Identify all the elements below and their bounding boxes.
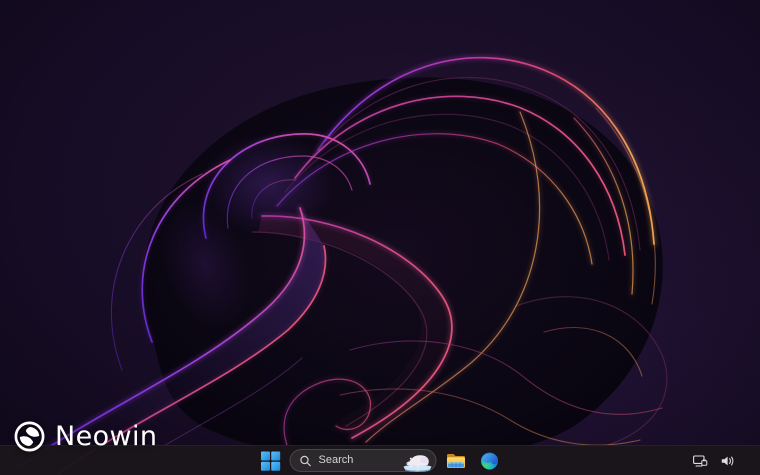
file-explorer-button[interactable] (441, 448, 471, 474)
network-display-icon (693, 455, 708, 467)
speaker-icon (721, 455, 736, 467)
volume-tray-button[interactable] (719, 453, 738, 469)
system-tray (691, 446, 738, 475)
edge-icon (481, 452, 499, 470)
taskbar-center: Search (256, 446, 505, 475)
start-button[interactable] (256, 448, 286, 474)
search-box[interactable]: Search (290, 449, 437, 472)
brand-name: Neowin (55, 423, 157, 450)
neowin-orb-icon (13, 420, 46, 453)
folder-icon (446, 452, 465, 469)
edge-button[interactable] (475, 448, 505, 474)
search-placeholder: Search (319, 455, 354, 466)
network-tray-button[interactable] (691, 453, 710, 469)
desktop: Neowin Search (0, 0, 760, 475)
windows-logo-icon (261, 451, 281, 471)
wallpaper-bloom (0, 0, 760, 475)
neowin-watermark: Neowin (13, 420, 157, 453)
search-icon (300, 455, 312, 467)
polar-bear-on-ice-icon (402, 447, 434, 472)
